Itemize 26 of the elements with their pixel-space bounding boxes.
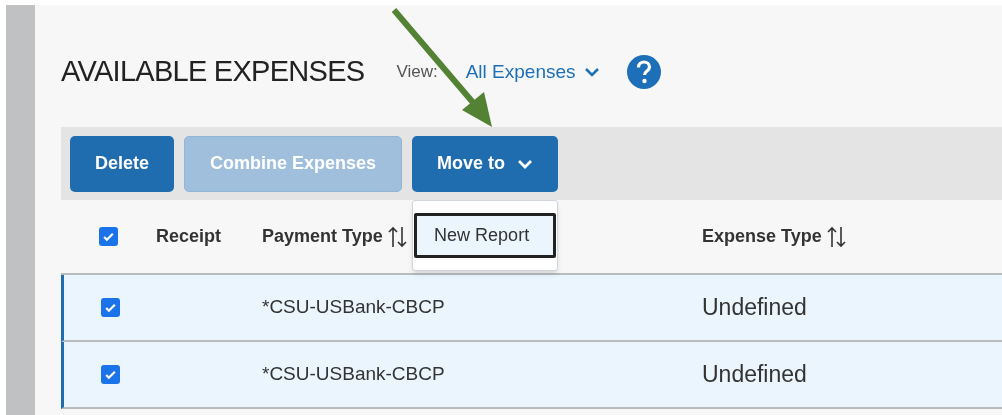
column-header[interactable]: Expense Type — [702, 223, 848, 250]
help-icon[interactable] — [625, 54, 662, 90]
checkbox[interactable] — [100, 365, 120, 384]
toolbar-button[interactable]: Move to — [412, 135, 559, 192]
table-cell: Undefined — [702, 294, 807, 321]
menu-item[interactable]: New Report — [414, 212, 557, 258]
check-icon — [103, 301, 117, 314]
table-cell: Undefined — [702, 361, 807, 388]
chevron-icon — [583, 66, 600, 78]
check-icon — [103, 368, 117, 381]
column-header[interactable]: Payment Type — [262, 223, 409, 250]
sort-icon — [386, 224, 409, 249]
table-row[interactable]: *CSU-USBank-CBCP Undefined — [61, 275, 1002, 342]
sort-icon — [825, 224, 848, 249]
checkbox[interactable] — [100, 298, 120, 317]
table-row[interactable]: *CSU-USBank-CBCP Undefined — [61, 342, 1002, 409]
view-label: View: — [396, 61, 438, 84]
column-header: Receipt — [156, 225, 222, 248]
view-dropdown[interactable]: All Expenses — [465, 57, 600, 87]
check-icon — [102, 230, 115, 243]
table-cell: *CSU-USBank-CBCP — [262, 363, 445, 385]
page-title: AVAILABLE EXPENSES — [61, 54, 365, 90]
chevron-icon — [517, 157, 534, 170]
checkbox[interactable] — [99, 227, 118, 246]
toolbar-button[interactable]: Delete — [70, 135, 175, 192]
table-cell: *CSU-USBank-CBCP — [262, 296, 445, 318]
